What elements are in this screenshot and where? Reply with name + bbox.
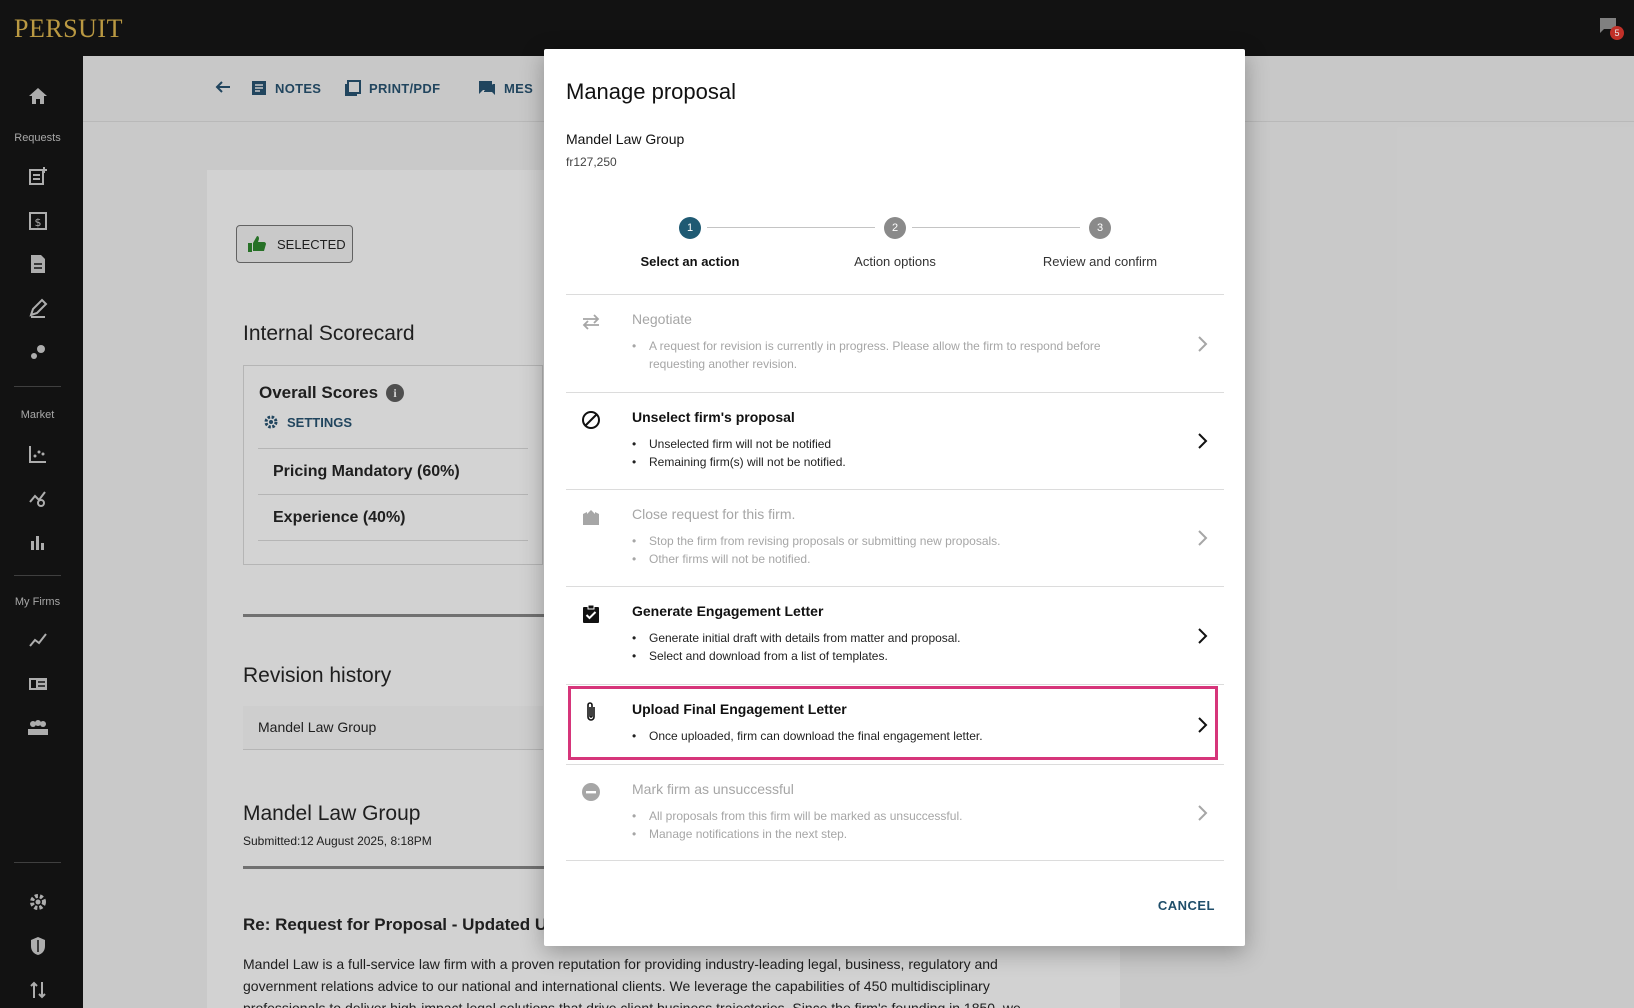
- cancel-button[interactable]: CANCEL: [1158, 898, 1215, 913]
- option-bullet: A request for revision is currently in p…: [632, 337, 1152, 373]
- option-bullets: Unselected firm will not be notified Rem…: [632, 435, 1152, 471]
- step-3-indicator: 3: [1089, 217, 1111, 239]
- step-3-label: Review and confirm: [1042, 254, 1158, 269]
- option-bullets: A request for revision is currently in p…: [632, 337, 1152, 373]
- option-bullet: All proposals from this firm will be mar…: [632, 807, 1152, 825]
- chevron-right-icon: [1192, 528, 1212, 548]
- option-title: Mark firm as unsuccessful: [632, 781, 794, 797]
- option-bullet: Manage notifications in the next step.: [632, 825, 1152, 843]
- clipboard-check-icon: [580, 603, 602, 625]
- option-upload-final-engagement-letter[interactable]: Upload Final Engagement Letter Once uplo…: [566, 684, 1224, 764]
- dialog-title: Manage proposal: [566, 79, 737, 104]
- chevron-right-icon: [1192, 715, 1212, 735]
- option-unselect-proposal[interactable]: Unselect firm's proposal Unselected firm…: [566, 392, 1224, 489]
- dialog-firm-name: Mandel Law Group: [566, 131, 685, 147]
- option-bullet: Generate initial draft with details from…: [632, 629, 1152, 647]
- step-2-label: Action options: [854, 254, 936, 269]
- stepper-connector: [912, 227, 1080, 228]
- option-bullet: Remaining firm(s) will not be notified.: [632, 453, 1152, 471]
- dialog-amount: fr127,250: [566, 155, 617, 169]
- step-2-indicator: 2: [884, 217, 906, 239]
- option-generate-engagement-letter[interactable]: Generate Engagement Letter Generate init…: [566, 586, 1224, 684]
- step-1-label: Select an action: [640, 254, 740, 269]
- option-bullets: Stop the firm from revising proposals or…: [632, 532, 1152, 568]
- stepper-connector: [707, 227, 875, 228]
- paperclip-icon: [580, 701, 602, 723]
- option-title: Generate Engagement Letter: [632, 603, 824, 619]
- option-bullets: All proposals from this firm will be mar…: [632, 807, 1152, 843]
- option-bullet: Stop the firm from revising proposals or…: [632, 532, 1152, 550]
- option-title: Unselect firm's proposal: [632, 409, 795, 425]
- option-bullet: Select and download from a list of templ…: [632, 647, 1152, 665]
- swap-arrows-icon: [580, 311, 602, 333]
- option-title: Upload Final Engagement Letter: [632, 701, 847, 717]
- minus-circle-icon: [580, 781, 602, 803]
- option-bullets: Generate initial draft with details from…: [632, 629, 1152, 665]
- option-title: Close request for this firm.: [632, 506, 796, 522]
- option-bullets: Once uploaded, firm can download the fin…: [632, 727, 1152, 745]
- manage-proposal-dialog: Manage proposal Mandel Law Group fr127,2…: [544, 49, 1245, 946]
- option-mark-unsuccessful[interactable]: Mark firm as unsuccessful All proposals …: [566, 764, 1224, 860]
- option-close-request[interactable]: Close request for this firm. Stop the fi…: [566, 489, 1224, 586]
- options-bottom-divider: [566, 860, 1224, 861]
- step-1-indicator: 1: [679, 217, 701, 239]
- chevron-right-icon: [1192, 334, 1212, 354]
- block-icon: [580, 409, 602, 431]
- option-bullet: Once uploaded, firm can download the fin…: [632, 727, 1152, 745]
- option-title: Negotiate: [632, 311, 692, 327]
- chevron-right-icon: [1192, 803, 1212, 823]
- option-bullet: Other firms will not be notified.: [632, 550, 1152, 568]
- chevron-right-icon: [1192, 626, 1212, 646]
- option-bullet: Unselected firm will not be notified: [632, 435, 1152, 453]
- chevron-right-icon: [1192, 431, 1212, 451]
- option-negotiate[interactable]: Negotiate A request for revision is curr…: [566, 294, 1224, 392]
- inbox-icon: [580, 506, 602, 528]
